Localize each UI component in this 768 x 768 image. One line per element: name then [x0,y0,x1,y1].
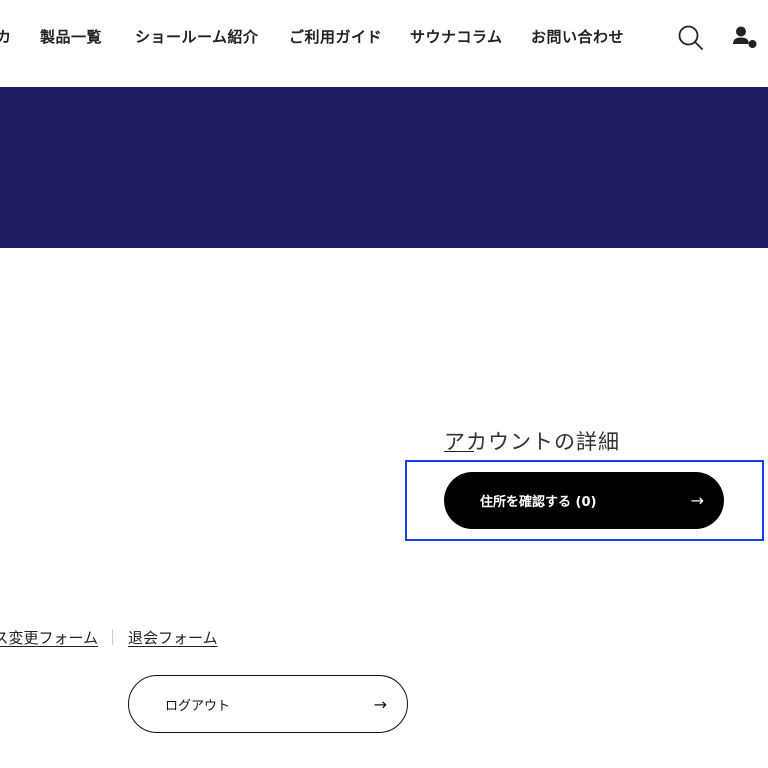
withdraw-form-link[interactable]: 退会フォーム [128,627,218,649]
page-banner [0,87,768,248]
nav-item-sauna-column[interactable]: サウナコラム [410,26,503,48]
account-details-title: アカウントの詳細 [444,430,620,455]
logout-button[interactable]: ログアウト → [128,675,408,733]
nav-item-guide[interactable]: ご利用ガイド [289,26,382,48]
title-underline [444,451,474,452]
nav-item-partial[interactable]: カ [0,26,12,48]
logout-label: ログアウト [165,698,231,714]
nav-item-products[interactable]: 製品一覧 [40,26,102,48]
account-button[interactable] [731,24,761,52]
search-icon [678,25,703,50]
arrow-right-icon: → [690,491,704,510]
view-addresses-button[interactable]: 住所を確認する (0) → [444,472,724,529]
nav-item-contact[interactable]: お問い合わせ [531,26,624,48]
address-change-form-link[interactable]: ス変更フォーム [0,627,98,649]
nav-item-showroom[interactable]: ショールーム紹介 [135,26,259,48]
view-addresses-label: 住所を確認する (0) [480,495,597,510]
link-separator [112,629,113,645]
arrow-right-icon: → [373,694,387,714]
user-icon [733,26,757,48]
search-button[interactable] [677,24,705,52]
site-header: カ 製品一覧 ショールーム紹介 ご利用ガイド サウナコラム お問い合わせ [0,0,768,87]
